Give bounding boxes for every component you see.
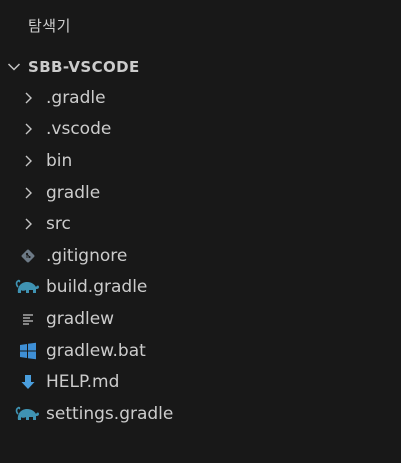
- tree-item-file-build-gradle[interactable]: build.gradle: [0, 272, 401, 304]
- tree-item-file-gradlew-bat[interactable]: gradlew.bat: [0, 335, 401, 367]
- tree-item-label: bin: [46, 150, 73, 171]
- tree-item-label: build.gradle: [46, 277, 148, 298]
- tree-item-file-help-md[interactable]: HELP.md: [0, 366, 401, 398]
- workspace-name: SBB-VSCODE: [28, 58, 140, 76]
- tree-item-file-settings-gradle[interactable]: settings.gradle: [0, 398, 401, 430]
- tree-item-label: src: [46, 214, 71, 235]
- windows-icon: [18, 341, 38, 361]
- tree-item-label: gradle: [46, 182, 101, 203]
- markdown-arrow-down-icon: [18, 372, 38, 392]
- tree-item-label: .vscode: [46, 119, 112, 140]
- gradle-elephant-icon: [15, 277, 41, 297]
- tree-item-folder-gradle-hidden[interactable]: .gradle: [0, 82, 401, 114]
- tree-item-folder-gradle[interactable]: gradle: [0, 177, 401, 209]
- chevron-down-icon: [0, 53, 28, 81]
- file-tree: .gradle .vscode bin gradle src .gitignor…: [0, 82, 401, 430]
- chevron-right-icon: [18, 151, 38, 171]
- tree-item-label: .gradle: [46, 87, 106, 108]
- tree-item-file-gitignore[interactable]: .gitignore: [0, 240, 401, 272]
- tree-item-folder-vscode[interactable]: .vscode: [0, 114, 401, 146]
- tree-item-label: HELP.md: [46, 372, 120, 393]
- chevron-right-icon: [18, 119, 38, 139]
- tree-item-label: settings.gradle: [46, 403, 174, 424]
- tree-item-label: gradlew.bat: [46, 340, 146, 361]
- tree-item-folder-bin[interactable]: bin: [0, 145, 401, 177]
- text-lines-icon: [18, 309, 38, 329]
- explorer-panel: 탐색기 SBB-VSCODE .gradle .vscode bin gradl…: [0, 0, 401, 463]
- chevron-right-icon: [18, 214, 38, 234]
- tree-item-folder-src[interactable]: src: [0, 208, 401, 240]
- chevron-right-icon: [18, 183, 38, 203]
- tree-item-label: .gitignore: [46, 245, 128, 266]
- workspace-section-header[interactable]: SBB-VSCODE: [0, 53, 401, 81]
- chevron-right-icon: [18, 88, 38, 108]
- git-icon: [18, 246, 38, 266]
- panel-title: 탐색기: [28, 17, 71, 35]
- gradle-elephant-icon: [15, 404, 41, 424]
- tree-item-file-gradlew[interactable]: gradlew: [0, 303, 401, 335]
- tree-item-label: gradlew: [46, 308, 115, 329]
